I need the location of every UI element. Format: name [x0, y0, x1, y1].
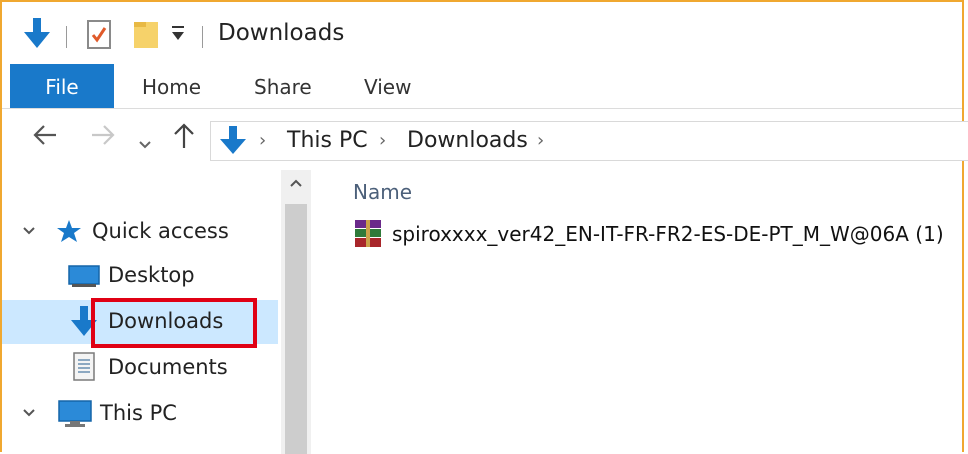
sidebar-item-desktop[interactable]: Desktop — [2, 254, 278, 298]
breadcrumb-downloads[interactable]: Downloads — [407, 128, 528, 153]
tab-file[interactable]: File — [10, 64, 114, 108]
title-bar: Downloads — [2, 2, 962, 64]
breadcrumb-chevron-icon[interactable]: › — [379, 130, 386, 151]
navigation-bar: › This PC › Downloads › — [2, 109, 968, 169]
scroll-up-icon[interactable] — [281, 174, 311, 193]
list-item[interactable]: spiroxxxx_ver42_EN-IT-FR-FR2-ES-DE-PT_M_… — [352, 218, 952, 252]
back-arrow-icon[interactable] — [32, 123, 58, 153]
tab-view[interactable]: View — [364, 64, 411, 108]
column-header-name[interactable]: Name — [353, 180, 412, 204]
downloads-location-icon — [219, 126, 247, 160]
toolbar-separator — [202, 26, 203, 48]
sidebar-item-label: Quick access — [92, 219, 229, 243]
winrar-archive-icon — [352, 218, 384, 254]
breadcrumb-this-pc[interactable]: This PC — [287, 128, 368, 153]
properties-icon[interactable] — [86, 18, 112, 54]
breadcrumb-chevron-icon: › — [259, 130, 267, 151]
tab-share[interactable]: Share — [254, 64, 312, 108]
recent-locations-chevron-icon[interactable] — [138, 129, 152, 157]
scroll-thumb[interactable] — [285, 204, 307, 454]
file-name: spiroxxxx_ver42_EN-IT-FR-FR2-ES-DE-PT_M_… — [392, 222, 944, 246]
forward-arrow-icon[interactable] — [90, 123, 116, 153]
ribbon: File Home Share View — [2, 64, 962, 109]
toolbar-separator — [66, 26, 67, 48]
up-arrow-icon[interactable] — [172, 123, 196, 155]
breadcrumb-chevron-icon[interactable]: › — [537, 130, 544, 151]
chevron-down-icon[interactable] — [22, 404, 36, 423]
highlight-annotation-box — [91, 298, 257, 348]
window-title: Downloads — [218, 20, 345, 46]
file-list: Name spiroxxxx_ver42_EN-IT-FR-FR2-ES-DE-… — [312, 170, 962, 454]
download-arrow-icon[interactable] — [22, 18, 52, 54]
sidebar-item-quick-access[interactable]: Quick access — [2, 210, 278, 254]
chevron-down-icon[interactable] — [22, 222, 36, 241]
new-folder-icon[interactable] — [132, 18, 160, 54]
sidebar-item-label: This PC — [100, 401, 177, 425]
navigation-pane-scrollbar[interactable] — [281, 170, 311, 454]
document-icon — [72, 352, 96, 386]
sidebar-item-label: Desktop — [108, 263, 195, 287]
customize-quick-access-icon[interactable] — [170, 22, 186, 50]
tab-home[interactable]: Home — [142, 64, 201, 108]
sidebar-item-documents[interactable]: Documents — [2, 346, 278, 390]
address-bar[interactable]: › This PC › Downloads › — [210, 121, 968, 161]
computer-icon — [58, 400, 92, 432]
sidebar-item-this-pc[interactable]: This PC — [2, 392, 278, 436]
desktop-icon — [68, 264, 100, 292]
sidebar-item-label: Documents — [108, 355, 228, 379]
star-icon — [56, 218, 82, 248]
